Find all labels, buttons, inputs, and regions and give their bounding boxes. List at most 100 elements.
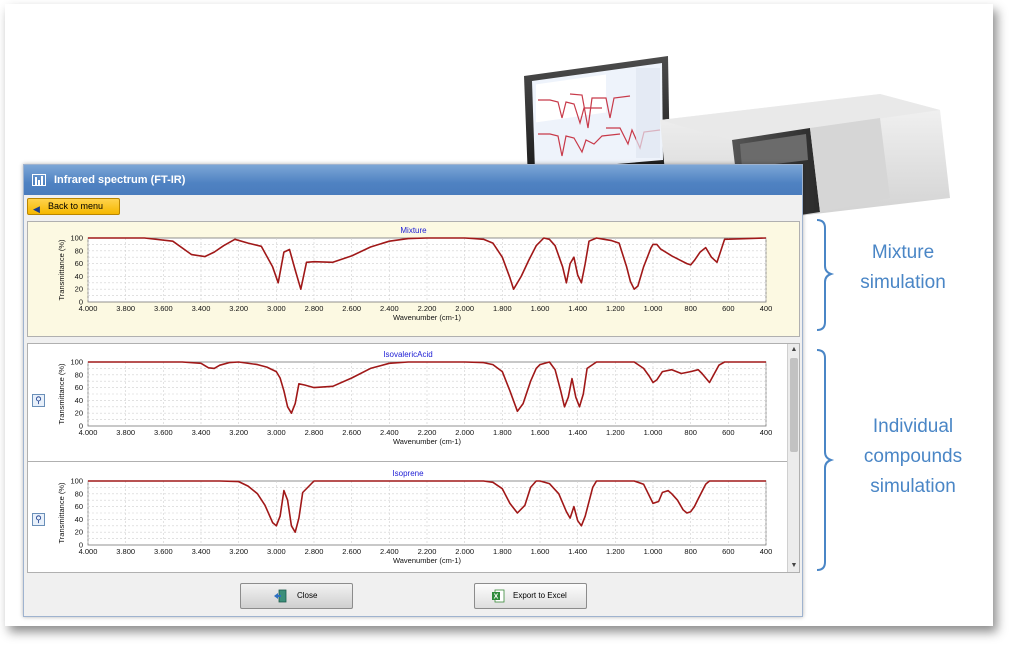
annotation-line: Individual: [872, 416, 954, 437]
mixture-chart-panel: Mixture 4.000 3.800 3.600 3.400 3.200 3.000 2.…: [27, 221, 800, 337]
annotation-line: Mixture: [871, 242, 935, 263]
x-tick-label: 2.000: [455, 547, 474, 556]
x-tick-label: 1.200: [606, 428, 625, 437]
svg-text:X: X: [494, 594, 499, 601]
x-tick-label: 800: [684, 304, 697, 313]
x-tick-label: 3.200: [229, 547, 248, 556]
x-tick-label: 3.600: [154, 304, 173, 313]
x-axis-label: Wavenumber (cm-1): [393, 437, 462, 446]
x-tick-label: 1.800: [493, 547, 512, 556]
scroll-up-icon[interactable]: ▲: [788, 344, 799, 356]
x-tick-label: 2.400: [380, 304, 399, 313]
y-tick-label: 20: [75, 528, 83, 537]
mixture-bracket: [816, 219, 835, 331]
scrollbar-thumb[interactable]: [790, 358, 798, 452]
x-tick-label: 1.200: [606, 304, 625, 313]
x-tick-label: 1.400: [568, 304, 587, 313]
mixture-chart: 4.000 3.800 3.600 3.400 3.200 3.000 2.800 2.600…: [57, 234, 773, 323]
x-tick-label: 2.000: [455, 304, 474, 313]
y-tick-label: 80: [75, 489, 83, 498]
x-tick-label: 2.600: [342, 304, 361, 313]
y-tick-label: 0: [79, 422, 83, 431]
x-tick-label: 400: [760, 304, 773, 313]
individual-annotation: Individual compounds simulation: [843, 412, 983, 502]
x-tick-label: 400: [760, 428, 773, 437]
individual-bracket: [816, 349, 835, 571]
window-title: Infrared spectrum (FT-IR): [54, 174, 186, 186]
x-tick-label: 3.000: [267, 304, 286, 313]
x-tick-label: 1.200: [606, 547, 625, 556]
y-tick-label: 40: [75, 515, 83, 524]
exit-door-icon: [274, 589, 287, 603]
close-button[interactable]: Close: [240, 583, 353, 609]
x-tick-label: 600: [722, 428, 735, 437]
y-tick-label: 40: [75, 396, 83, 405]
x-tick-label: 3.400: [192, 547, 211, 556]
x-tick-label: 2.600: [342, 547, 361, 556]
x-tick-label: 3.000: [267, 428, 286, 437]
scroll-down-icon[interactable]: ▼: [788, 560, 799, 572]
x-tick-label: 3.800: [116, 547, 135, 556]
window-titlebar[interactable]: Infrared spectrum (FT-IR): [24, 165, 802, 195]
x-tick-label: 2.400: [380, 547, 399, 556]
x-tick-label: 2.600: [342, 428, 361, 437]
x-tick-label: 3.200: [229, 304, 248, 313]
x-tick-label: 1.400: [568, 428, 587, 437]
x-tick-label: 1.600: [531, 428, 550, 437]
excel-icon: X: [492, 589, 505, 603]
y-tick-label: 20: [75, 285, 83, 294]
y-tick-label: 60: [75, 502, 83, 511]
x-tick-label: 3.400: [192, 428, 211, 437]
y-tick-label: 0: [79, 541, 83, 550]
x-tick-label: 3.200: [229, 428, 248, 437]
y-tick-label: 60: [75, 383, 83, 392]
vertical-scrollbar[interactable]: ▲ ▼: [787, 344, 799, 572]
isovalericacid-chart-panel: IsovalericAcid ⚲ 4.000 3.800 3.600 3.400 3.2…: [28, 344, 788, 462]
x-tick-label: 600: [722, 304, 735, 313]
x-tick-label: 1.600: [531, 547, 550, 556]
back-arrow-icon: ◀: [33, 204, 40, 214]
ftir-window: Infrared spectrum (FT-IR) ◀ Back to menu…: [23, 164, 803, 617]
isoprene-chart-panel: Isoprene ⚲ 4.000 3.800 3.600 3.400 3.200 3.00…: [28, 463, 788, 572]
annotation-line: compounds: [863, 446, 963, 467]
individual-compounds-scroll-area[interactable]: IsovalericAcid ⚲ 4.000 3.800 3.600 3.400 3.2…: [27, 343, 800, 573]
x-tick-label: 2.200: [418, 304, 437, 313]
x-tick-label: 1.600: [531, 304, 550, 313]
y-tick-label: 0: [79, 298, 83, 307]
y-tick-label: 80: [75, 246, 83, 255]
x-tick-label: 1.000: [644, 547, 663, 556]
y-tick-label: 100: [70, 234, 83, 243]
y-tick-label: 100: [70, 358, 83, 367]
x-tick-label: 3.400: [192, 304, 211, 313]
y-axis-label: Transmittance (%): [57, 482, 66, 543]
x-axis-label: Wavenumber (cm-1): [393, 556, 462, 565]
annotation-line: simulation: [860, 272, 946, 293]
window-footer: Close X Export to Excel: [24, 575, 802, 616]
x-tick-label: 1.400: [568, 547, 587, 556]
back-to-menu-button[interactable]: ◀ Back to menu: [27, 198, 120, 215]
x-tick-label: 2.800: [305, 547, 324, 556]
x-tick-label: 3.000: [267, 547, 286, 556]
x-tick-label: 800: [684, 547, 697, 556]
x-tick-label: 1.800: [493, 428, 512, 437]
y-axis-label: Transmittance (%): [57, 239, 66, 300]
y-axis-label: Transmittance (%): [57, 363, 66, 424]
y-tick-label: 40: [75, 272, 83, 281]
isoprene-chart: 4.000 3.800 3.600 3.400 3.200 3.000 2.800 2.600…: [57, 477, 773, 566]
x-tick-label: 3.800: [116, 304, 135, 313]
y-tick-label: 20: [75, 409, 83, 418]
x-tick-label: 2.800: [305, 304, 324, 313]
x-tick-label: 400: [760, 547, 773, 556]
y-tick-label: 60: [75, 259, 83, 268]
annotation-line: simulation: [870, 476, 956, 497]
export-label: Export to Excel: [513, 591, 567, 600]
y-tick-label: 80: [75, 370, 83, 379]
export-to-excel-button[interactable]: X Export to Excel: [474, 583, 587, 609]
x-tick-label: 2.800: [305, 428, 324, 437]
y-tick-label: 100: [70, 477, 83, 486]
x-tick-label: 2.200: [418, 428, 437, 437]
x-tick-label: 800: [684, 428, 697, 437]
x-tick-label: 1.800: [493, 304, 512, 313]
x-tick-label: 1.000: [644, 428, 663, 437]
x-tick-label: 3.800: [116, 428, 135, 437]
